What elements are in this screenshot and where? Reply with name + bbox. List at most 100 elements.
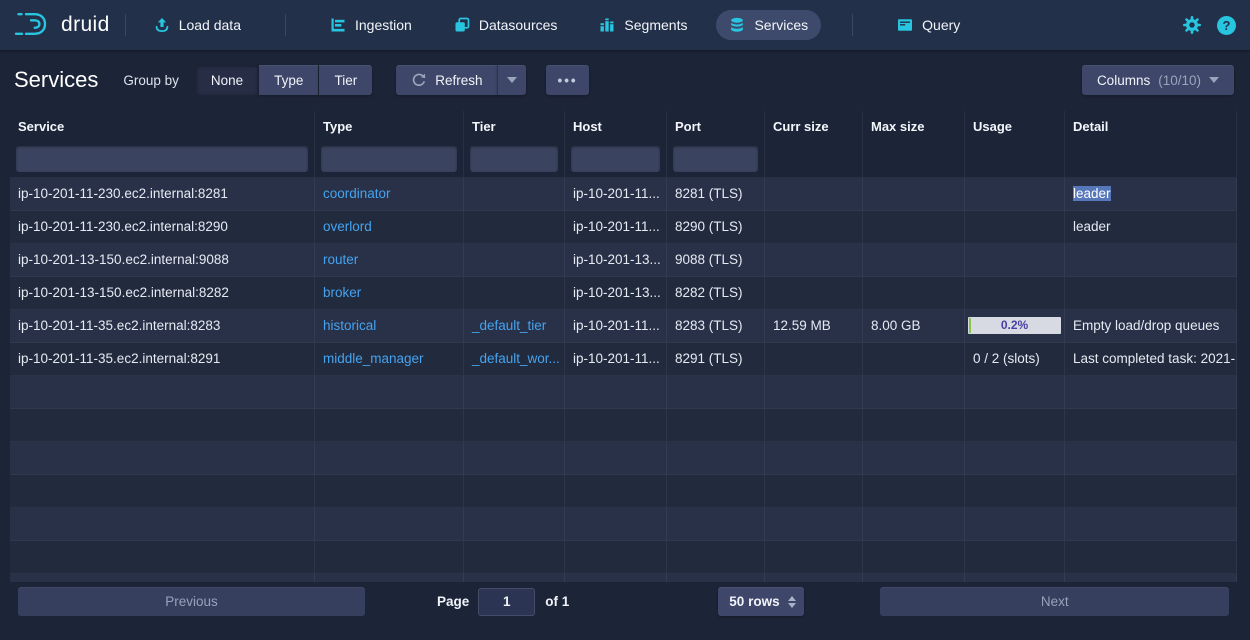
cell-service: ip-10-201-13-150.ec2.internal:8282 (10, 277, 315, 309)
cell-max-size (863, 376, 965, 408)
cell-max-size: 8.00 GB (863, 310, 965, 342)
type-link[interactable]: router (315, 244, 464, 276)
upload-icon (154, 17, 170, 33)
filter-cell-tier (464, 141, 565, 177)
cell-port (667, 475, 765, 507)
refresh-button[interactable]: Refresh (396, 65, 497, 95)
nav-item-ingestion[interactable]: Ingestion (317, 10, 425, 40)
cell-host (565, 541, 667, 573)
type-link[interactable]: middle_manager (315, 343, 464, 375)
table-row-empty (10, 376, 1237, 409)
column-header-service[interactable]: Service (10, 111, 315, 141)
group-by-tier-button[interactable]: Tier (319, 65, 372, 95)
page-title: Services (14, 67, 98, 93)
cell-max-size (863, 475, 965, 507)
column-header-max-size[interactable]: Max size (863, 111, 965, 141)
cell-detail (1065, 244, 1237, 276)
refresh-split-button: Refresh (396, 65, 526, 95)
cell-curr-size (765, 475, 863, 507)
services-toolbar: Services Group by None Type Tier Refresh… (14, 63, 1234, 97)
help-icon[interactable]: ? (1217, 16, 1236, 35)
nav-item-label: Datasources (479, 17, 558, 33)
cell-service: ip-10-201-11-35.ec2.internal:8283 (10, 310, 315, 342)
cell-max-size (863, 541, 965, 573)
column-header-usage[interactable]: Usage (965, 111, 1065, 141)
cell-max-size (863, 508, 965, 540)
cell-detail: leader (1065, 211, 1237, 243)
cell-detail (1065, 409, 1237, 441)
multi-select-icon (454, 17, 470, 33)
table-row-empty (10, 508, 1237, 541)
cell-curr-size (765, 178, 863, 210)
type-link[interactable]: historical (315, 310, 464, 342)
cell-service: ip-10-201-13-150.ec2.internal:9088 (10, 244, 315, 276)
table-row-empty (10, 574, 1237, 582)
nav-item-datasources[interactable]: Datasources (441, 10, 571, 40)
cell-detail: leader (1065, 178, 1237, 210)
cell-host (565, 376, 667, 408)
filter-input-port[interactable] (673, 146, 758, 172)
cell-curr-size (765, 541, 863, 573)
cell-max-size (863, 574, 965, 582)
more-actions-button[interactable]: ••• (546, 65, 588, 95)
usage-progress-bar: 0.2% (968, 317, 1061, 334)
cell-detail (1065, 508, 1237, 540)
druid-brand[interactable]: druid (14, 9, 110, 42)
cell-port: 9088 (TLS) (667, 244, 765, 276)
previous-page-button[interactable]: Previous (18, 587, 365, 616)
type-link[interactable]: overlord (315, 211, 464, 243)
page-number-input[interactable] (478, 588, 535, 616)
column-header-tier[interactable]: Tier (464, 111, 565, 141)
filter-input-type[interactable] (321, 146, 457, 172)
column-header-detail[interactable]: Detail (1065, 111, 1237, 141)
nav-item-load-data[interactable]: Load data (141, 10, 254, 40)
cell-usage (965, 574, 1065, 582)
nav-item-label: Query (922, 17, 960, 33)
table-row-empty (10, 409, 1237, 442)
table-row: ip-10-201-11-230.ec2.internal:8290overlo… (10, 211, 1237, 244)
type-link[interactable]: broker (315, 277, 464, 309)
database-icon (729, 17, 745, 33)
columns-dropdown-button[interactable]: Columns (10/10) (1082, 65, 1234, 95)
column-header-host[interactable]: Host (565, 111, 667, 141)
filter-input-tier[interactable] (470, 146, 558, 172)
cell-type (315, 508, 464, 540)
nav-item-segments[interactable]: Segments (586, 10, 700, 40)
navbar-divider (285, 14, 286, 36)
column-header-curr-size[interactable]: Curr size (765, 111, 863, 141)
cell-usage (965, 376, 1065, 408)
cell-max-size (863, 442, 965, 474)
cell-detail (1065, 475, 1237, 507)
cell-host (565, 475, 667, 507)
cell-tier (464, 574, 565, 582)
cell-tier (464, 508, 565, 540)
nav-item-services[interactable]: Services (716, 10, 821, 40)
cell-type (315, 574, 464, 582)
settings-gear-icon[interactable] (1182, 15, 1202, 35)
column-header-port[interactable]: Port (667, 111, 765, 141)
filter-cell-port (667, 141, 765, 177)
tier-link[interactable]: _default_tier (464, 310, 565, 342)
nav-item-label: Ingestion (355, 17, 412, 33)
page-label: Page (437, 594, 469, 609)
group-by-type-button[interactable]: Type (259, 65, 318, 95)
cell-usage (965, 442, 1065, 474)
table-row-empty (10, 541, 1237, 574)
filter-cell-service (10, 141, 315, 177)
cell-tier (464, 244, 565, 276)
next-page-button[interactable]: Next (880, 587, 1229, 616)
filter-input-host[interactable] (571, 146, 660, 172)
refresh-label: Refresh (435, 73, 482, 88)
cell-port: 8291 (TLS) (667, 343, 765, 375)
column-header-type[interactable]: Type (315, 111, 464, 141)
filter-input-service[interactable] (16, 146, 308, 172)
type-link[interactable]: coordinator (315, 178, 464, 210)
refresh-interval-caret-button[interactable] (497, 65, 526, 95)
nav-item-query[interactable]: Query (884, 10, 973, 40)
table-row: ip-10-201-13-150.ec2.internal:8282broker… (10, 277, 1237, 310)
group-by-none-button[interactable]: None (196, 65, 258, 95)
group-by-button-group: None Type Tier (196, 65, 372, 95)
rows-per-page-select[interactable]: 50 rows (718, 587, 804, 616)
tier-link[interactable]: _default_wor... (464, 343, 565, 375)
cell-host: ip-10-201-11... (565, 211, 667, 243)
